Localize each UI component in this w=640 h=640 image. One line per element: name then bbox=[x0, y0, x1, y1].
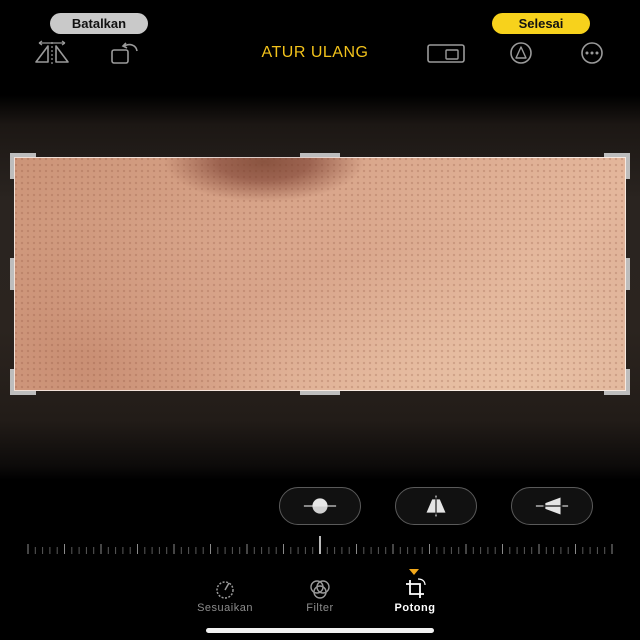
markup-icon[interactable] bbox=[499, 40, 543, 66]
crop-handle-bottom-left[interactable] bbox=[10, 369, 36, 395]
tab-filter[interactable]: Filter bbox=[275, 578, 365, 618]
rotate-icon[interactable] bbox=[102, 40, 146, 66]
tab-crop-label: Potong bbox=[394, 602, 436, 614]
crop-handle-right[interactable] bbox=[626, 258, 630, 290]
cancel-button[interactable]: Batalkan bbox=[50, 13, 148, 34]
tab-filter-label: Filter bbox=[306, 602, 334, 614]
adjust-dial-icon bbox=[216, 581, 234, 599]
active-tab-indicator bbox=[409, 569, 419, 575]
photo-image bbox=[14, 157, 626, 391]
crop-rotate-icon bbox=[406, 578, 426, 598]
reset-button[interactable]: ATUR ULANG bbox=[230, 42, 400, 64]
tab-adjust-label: Sesuaikan bbox=[197, 602, 253, 614]
horizontal-perspective-button[interactable] bbox=[511, 487, 593, 525]
home-indicator bbox=[206, 628, 434, 633]
straighten-icon bbox=[303, 498, 337, 514]
straighten-button[interactable] bbox=[279, 487, 361, 525]
tab-adjust[interactable]: Sesuaikan bbox=[180, 578, 270, 618]
done-button[interactable]: Selesai bbox=[492, 13, 590, 34]
crop-handle-left[interactable] bbox=[10, 258, 14, 290]
aspect-ratio-icon[interactable] bbox=[424, 40, 468, 66]
vertical-perspective-icon bbox=[426, 495, 446, 517]
rotation-ruler[interactable] bbox=[20, 536, 620, 558]
tab-crop[interactable]: Potong bbox=[370, 578, 460, 618]
flip-icon[interactable] bbox=[30, 40, 74, 66]
crop-handle-bottom[interactable] bbox=[300, 391, 340, 395]
crop-handle-top-right[interactable] bbox=[604, 153, 630, 179]
horizontal-perspective-icon bbox=[535, 497, 569, 515]
vertical-perspective-button[interactable] bbox=[395, 487, 477, 525]
more-icon[interactable] bbox=[570, 40, 614, 66]
crop-handle-top[interactable] bbox=[300, 153, 340, 157]
crop-handle-top-left[interactable] bbox=[10, 153, 36, 179]
filter-circles-icon bbox=[310, 580, 330, 599]
crop-area[interactable] bbox=[10, 153, 630, 395]
crop-handle-bottom-right[interactable] bbox=[604, 369, 630, 395]
